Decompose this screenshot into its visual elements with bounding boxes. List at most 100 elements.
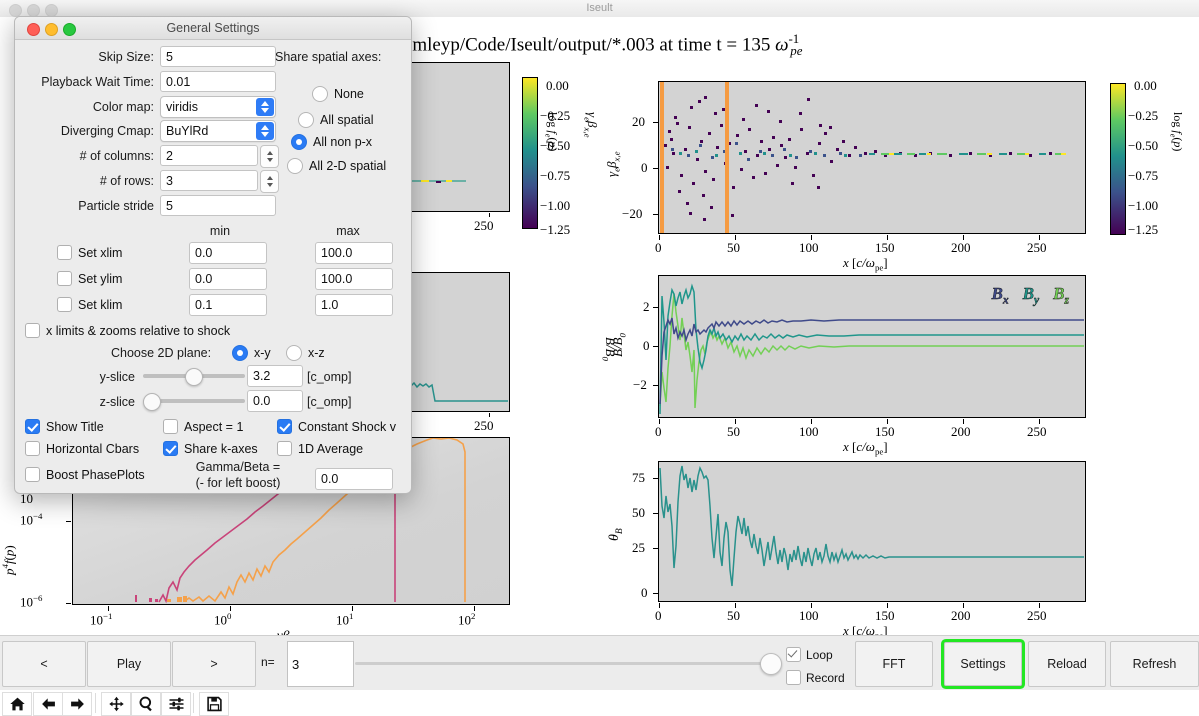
radio-circle-selected-icon[interactable] (291, 134, 307, 150)
show-title-checkbox[interactable]: Show Title (25, 419, 104, 434)
fft-button[interactable]: FFT (855, 641, 933, 687)
settings-button[interactable]: Settings (944, 642, 1022, 686)
share-axes-option-none[interactable]: None (312, 86, 364, 102)
choose-2d-plane-label: Choose 2D plane: (111, 346, 212, 360)
z-slice-slider[interactable] (143, 393, 245, 411)
radio-circle-icon[interactable] (312, 86, 328, 102)
ylim-min-input[interactable]: 0.0 (189, 268, 267, 290)
aspect-one-checkbox[interactable]: Aspect = 1 (163, 419, 243, 434)
xlim-max-input[interactable]: 100.0 (315, 242, 393, 264)
matplotlib-nav-toolbar (0, 690, 1199, 716)
checkbox-checked-icon[interactable] (786, 647, 801, 662)
magnetic-field-plot-axes[interactable]: Bx By Bz (658, 275, 1086, 418)
frame-number-input[interactable]: 3 (287, 641, 354, 687)
general-settings-dialog[interactable]: General Settings Skip Size: 5 Playback W… (14, 16, 412, 494)
back-arrow-icon[interactable] (33, 692, 63, 716)
phase-right-xtick-250: 250 (1027, 240, 1047, 255)
y-slice-label: y-slice (99, 370, 135, 384)
diverging-cmap-select[interactable]: BuYlRd (160, 120, 276, 142)
spectrum-xtick-1e2: 102 (458, 611, 476, 628)
radio-circle-icon[interactable] (286, 345, 302, 361)
plane-option-xy[interactable]: x-y (232, 345, 271, 361)
checkbox-icon[interactable] (57, 245, 72, 260)
play-button[interactable]: Play (87, 641, 171, 687)
radio-circle-icon[interactable] (298, 112, 314, 128)
slider-knob[interactable] (143, 393, 161, 411)
refresh-button[interactable]: Refresh (1110, 641, 1199, 687)
share-axes-option-all-non-px-label: All non p-x (313, 135, 373, 149)
checkbox-icon[interactable] (25, 467, 40, 482)
z-slice-input[interactable]: 0.0 (247, 390, 303, 412)
particle-stride-input[interactable]: 5 (160, 195, 276, 216)
x-limits-relative-to-shock-checkbox[interactable]: x limits & zooms relative to shock (25, 323, 230, 338)
zoom-magnifier-icon[interactable] (131, 692, 161, 716)
phase-right-xtick-200: 200 (951, 240, 971, 255)
ylim-max-input[interactable]: 100.0 (315, 268, 393, 290)
slider-knob[interactable] (185, 368, 203, 386)
boost-phaseplots-checkbox[interactable]: Boost PhasePlots (25, 467, 145, 482)
record-checkbox[interactable]: Record (786, 670, 845, 685)
frame-slider[interactable] (355, 653, 782, 675)
checkbox-checked-icon[interactable] (277, 419, 292, 434)
checkbox-icon[interactable] (25, 441, 40, 456)
one-d-average-checkbox[interactable]: 1D Average (277, 441, 363, 456)
tick (66, 521, 71, 522)
columns-stepper[interactable] (260, 145, 279, 168)
share-axes-option-all-non-px[interactable]: All non p-x (291, 134, 372, 150)
checkbox-icon[interactable] (163, 419, 178, 434)
phase-right-ytick-m20: −20 (622, 206, 643, 221)
checkbox-icon[interactable] (25, 323, 40, 338)
cb-right-tick-075: −0.75 (1128, 168, 1159, 183)
constant-shock-v-checkbox[interactable]: Constant Shock v (277, 419, 396, 434)
columns-input[interactable]: 2 (160, 145, 258, 166)
checkbox-icon[interactable] (57, 271, 72, 286)
radio-circle-selected-icon[interactable] (232, 345, 248, 361)
configure-subplots-icon[interactable] (161, 692, 191, 716)
slider-knob[interactable] (760, 653, 782, 675)
pan-move-icon[interactable] (101, 692, 131, 716)
chevron-updown-icon[interactable] (256, 122, 274, 140)
previous-frame-button[interactable]: < (2, 641, 86, 687)
checkbox-checked-icon[interactable] (163, 441, 178, 456)
y-slice-input[interactable]: 3.2 (247, 365, 303, 387)
theta-b-plot-ylabel: θB (607, 528, 625, 541)
share-axes-option-all-spatial[interactable]: All spatial (298, 112, 374, 128)
xlim-min-input[interactable]: 0.0 (189, 242, 267, 264)
settings-dialog-titlebar[interactable]: General Settings (15, 17, 411, 40)
phase-plot-right-axes[interactable] (658, 81, 1086, 234)
chevron-updown-icon[interactable] (256, 98, 274, 116)
theta-b-plot-axes[interactable] (658, 461, 1086, 602)
checkbox-icon[interactable] (57, 297, 72, 312)
legend-by: By (1022, 284, 1040, 307)
set-xlim-checkbox[interactable]: Set xlim (57, 245, 122, 260)
magnetic-field-plot-ylabel: B/B0 (610, 333, 628, 357)
y-slice-slider[interactable] (143, 368, 245, 386)
next-frame-button[interactable]: > (172, 641, 256, 687)
radio-circle-icon[interactable] (287, 158, 303, 174)
horizontal-cbars-checkbox[interactable]: Horizontal Cbars (25, 441, 139, 456)
y-slice-unit: [c_omp] (307, 370, 352, 384)
tick (489, 413, 490, 417)
klim-max-input[interactable]: 1.0 (315, 294, 393, 316)
home-icon[interactable] (2, 692, 32, 716)
loop-checkbox[interactable]: Loop (786, 647, 833, 662)
forward-arrow-icon[interactable] (62, 692, 92, 716)
share-axes-option-all-2d-spatial[interactable]: All 2-D spatial (287, 158, 386, 174)
klim-min-input[interactable]: 0.1 (189, 294, 267, 316)
playback-wait-input[interactable]: 0.01 (160, 71, 276, 92)
checkbox-icon[interactable] (277, 441, 292, 456)
skip-size-input[interactable]: 5 (160, 46, 276, 67)
checkbox-icon[interactable] (786, 670, 801, 685)
save-disk-icon[interactable] (199, 692, 229, 716)
share-k-axes-checkbox[interactable]: Share k-axes (163, 441, 258, 456)
phase-plot-left-ylabel: γeβx,e (582, 112, 600, 138)
rows-input[interactable]: 3 (160, 170, 258, 191)
checkbox-checked-icon[interactable] (25, 419, 40, 434)
set-klim-checkbox[interactable]: Set klim (57, 297, 122, 312)
plane-option-xz[interactable]: x-z (286, 345, 325, 361)
colormap-select[interactable]: viridis (160, 96, 276, 118)
gamma-beta-input[interactable]: 0.0 (315, 468, 393, 490)
reload-button[interactable]: Reload (1028, 641, 1106, 687)
rows-stepper[interactable] (260, 170, 279, 193)
set-ylim-checkbox[interactable]: Set ylim (57, 271, 122, 286)
